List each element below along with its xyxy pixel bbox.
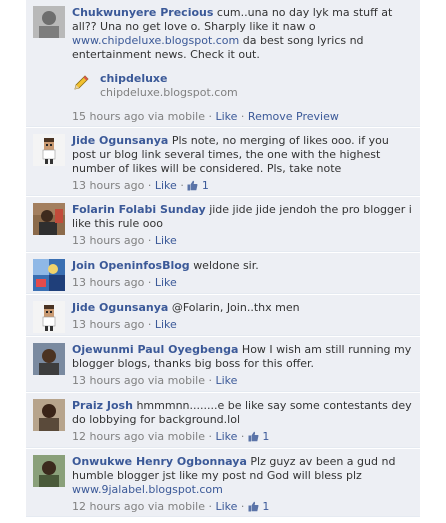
like-link[interactable]: Like <box>155 179 177 192</box>
avatar[interactable] <box>33 301 65 333</box>
comment-timestamp: 15 hours ago via mobile <box>72 110 205 123</box>
comment-timestamp: 13 hours ago <box>72 318 145 331</box>
comment-item: Folarin Folabi Sunday jide jide jide jen… <box>26 197 420 252</box>
separator: · <box>147 276 152 289</box>
comment-text: Chukwunyere Precious cum..una no day lyk… <box>72 6 412 62</box>
comment-text: Jide Ogunsanya Pls note, no merging of l… <box>72 134 412 176</box>
like-link[interactable]: Like <box>215 110 237 123</box>
thumbs-up-icon <box>248 501 259 516</box>
separator: · <box>208 374 212 387</box>
separator: · <box>147 234 152 247</box>
like-link[interactable]: Like <box>155 276 177 289</box>
link-preview[interactable]: chipdeluxe chipdeluxe.blogspot.com <box>72 72 412 102</box>
preview-url: chipdeluxe.blogspot.com <box>100 86 238 99</box>
separator: · <box>147 318 152 331</box>
comment-meta: 13 hours ago · Like <box>72 318 412 332</box>
comment-item: Ojewunmi Paul Oyegbenga How I wish am st… <box>26 337 420 392</box>
avatar[interactable] <box>33 455 65 487</box>
comment-author[interactable]: Praiz Josh <box>72 399 133 412</box>
comment-text: Folarin Folabi Sunday jide jide jide jen… <box>72 203 412 231</box>
comment-text: Join OpeninfosBlog weldone sir. <box>72 259 412 273</box>
comment-item: Jide Ogunsanya Pls note, no merging of l… <box>26 128 420 196</box>
remove-preview-link[interactable]: Remove Preview <box>248 110 339 123</box>
comment-meta: 13 hours ago · Like · 1 <box>72 179 412 195</box>
comment-item: Join OpeninfosBlog weldone sir. 13 hours… <box>26 253 420 294</box>
separator: · <box>240 500 245 513</box>
comment-author[interactable]: Ojewunmi Paul Oyegbenga <box>72 343 238 356</box>
comment-meta: 12 hours ago via mobile · Like · 1 <box>72 500 412 516</box>
comment-item: Chukwunyere Precious cum..una no day lyk… <box>26 0 420 127</box>
comment-text: Praiz Josh hmmmnn........e be like say s… <box>72 399 412 427</box>
avatar[interactable] <box>33 343 65 375</box>
like-count-value: 1 <box>262 430 270 443</box>
comment-timestamp: 13 hours ago <box>72 276 145 289</box>
like-count[interactable]: 1 <box>248 500 270 516</box>
separator: · <box>180 179 184 192</box>
comment-timestamp: 12 hours ago via mobile <box>72 430 205 443</box>
comment-author[interactable]: Join OpeninfosBlog <box>72 259 190 272</box>
comment-meta: 12 hours ago via mobile · Like · 1 <box>72 430 412 446</box>
comment-text: Ojewunmi Paul Oyegbenga How I wish am st… <box>72 343 412 371</box>
comment-timestamp: 12 hours ago via mobile <box>72 500 205 513</box>
like-link[interactable]: Like <box>215 430 237 443</box>
comment-author[interactable]: Folarin Folabi Sunday <box>72 203 206 216</box>
comment-body: weldone sir. <box>193 259 259 272</box>
like-link[interactable]: Like <box>215 374 237 387</box>
avatar[interactable] <box>33 399 65 431</box>
like-link[interactable]: Like <box>155 234 177 247</box>
separator: · <box>208 430 212 443</box>
like-link[interactable]: Like <box>215 500 237 513</box>
comment-item: Praiz Josh hmmmnn........e be like say s… <box>26 393 420 448</box>
comment-link[interactable]: www.9jalabel.blogspot.com <box>72 483 412 497</box>
page: Chukwunyere Precious cum..una no day lyk… <box>0 0 446 523</box>
separator: · <box>240 430 245 443</box>
avatar[interactable] <box>33 6 65 38</box>
like-count[interactable]: 1 <box>187 179 209 192</box>
separator: · <box>240 110 245 123</box>
comment-text: Onwukwe Henry Ogbonnaya Plz guyz av been… <box>72 455 412 497</box>
avatar[interactable] <box>33 134 65 166</box>
comment-meta: 13 hours ago via mobile · Like <box>72 374 412 388</box>
comment-item: Jide Ogunsanya @Folarin, Join..thx men 1… <box>26 295 420 336</box>
separator: · <box>208 110 212 123</box>
comment-item: Onwukwe Henry Ogbonnaya Plz guyz av been… <box>26 449 420 517</box>
comment-timestamp: 13 hours ago <box>72 179 145 192</box>
comment-timestamp: 13 hours ago via mobile <box>72 374 205 387</box>
comment-author[interactable]: Chukwunyere Precious <box>72 6 213 19</box>
preview-title[interactable]: chipdeluxe <box>100 72 412 86</box>
comment-link[interactable]: www.chipdeluxe.blogspot.com <box>72 34 239 47</box>
like-count-value: 1 <box>201 179 209 192</box>
comment-author[interactable]: Jide Ogunsanya <box>72 134 168 147</box>
comment-author[interactable]: Onwukwe Henry Ogbonnaya <box>72 455 247 468</box>
thumbs-up-icon <box>248 431 259 446</box>
pencil-icon <box>72 74 90 95</box>
separator: · <box>208 500 212 513</box>
separator: · <box>147 179 152 192</box>
avatar[interactable] <box>33 259 65 291</box>
comment-meta: 15 hours ago via mobile · Like · Remove … <box>72 110 412 124</box>
like-count-value: 1 <box>262 500 270 513</box>
like-count[interactable]: 1 <box>248 430 270 446</box>
thumbs-up-icon <box>187 180 198 195</box>
comment-text: Jide Ogunsanya @Folarin, Join..thx men <box>72 301 412 315</box>
comment-meta: 13 hours ago · Like <box>72 234 412 248</box>
like-link[interactable]: Like <box>155 318 177 331</box>
comment-timestamp: 13 hours ago <box>72 234 145 247</box>
comment-feed: Chukwunyere Precious cum..una no day lyk… <box>26 0 420 518</box>
avatar[interactable] <box>33 203 65 235</box>
comment-author[interactable]: Jide Ogunsanya <box>72 301 168 314</box>
comment-body: @Folarin, Join..thx men <box>171 301 300 314</box>
comment-meta: 13 hours ago · Like <box>72 276 412 290</box>
